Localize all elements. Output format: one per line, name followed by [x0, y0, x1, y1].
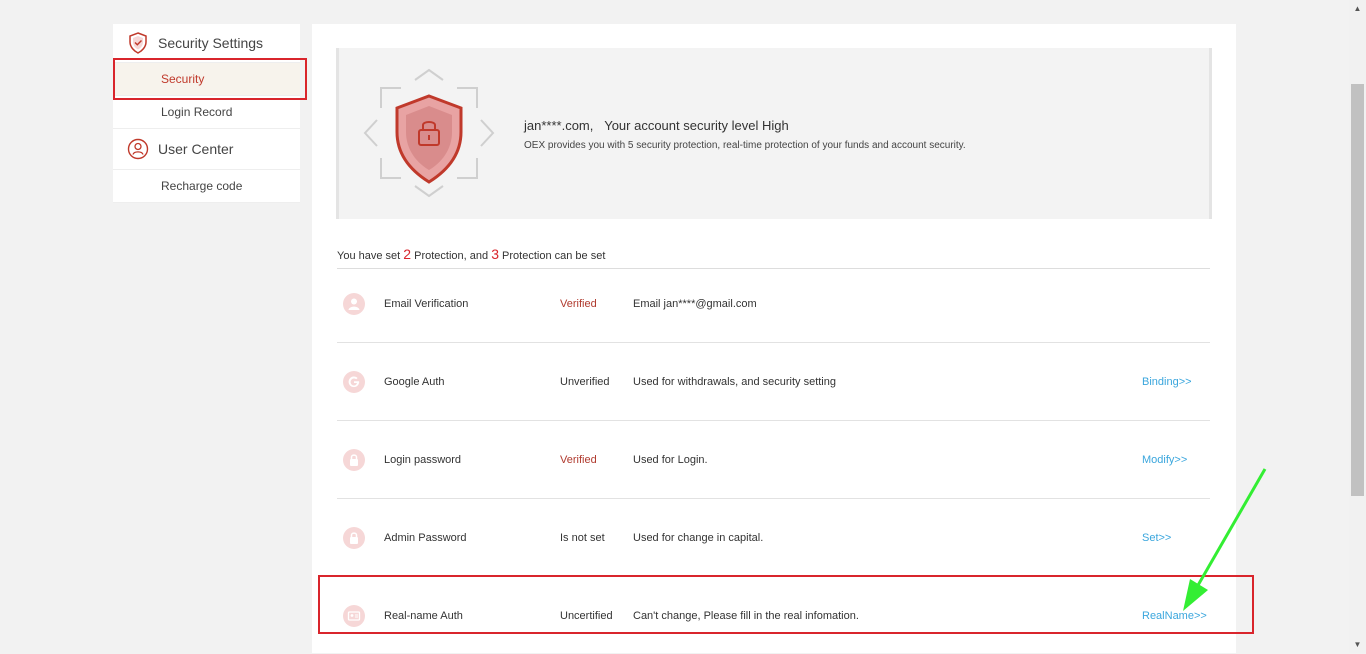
set-link[interactable]: Set>> — [1142, 532, 1171, 544]
user-icon — [127, 138, 149, 160]
row-description: Used for withdrawals, and security setti… — [633, 375, 836, 388]
id-card-icon — [343, 604, 365, 627]
security-shield-icon — [363, 68, 495, 198]
vertical-scrollbar[interactable]: ▲ ▼ — [1349, 0, 1366, 653]
lock-icon — [343, 526, 365, 549]
sidebar-item-login-record[interactable]: Login Record — [113, 96, 300, 129]
row-name: Real-name Auth — [384, 609, 463, 622]
security-banner: jan****.com, Your account security level… — [336, 48, 1212, 219]
main-panel: jan****.com, Your account security level… — [312, 24, 1236, 653]
sidebar-item-label: Security — [161, 72, 205, 86]
banner-description: OEX provides you with 5 security protect… — [524, 140, 966, 151]
security-row-email: Email Verification Verified Email jan***… — [337, 265, 1210, 343]
set-count: 2 — [403, 246, 412, 262]
scroll-thumb[interactable] — [1351, 84, 1364, 496]
google-icon — [343, 370, 365, 393]
security-level-text: jan****.com, Your account security level… — [524, 118, 789, 133]
sidebar-group-user-center[interactable]: User Center — [113, 129, 300, 170]
security-row-login-password: Login password Verified Used for Login. … — [337, 421, 1210, 499]
row-status: Verified — [560, 453, 597, 466]
summary-suffix: Protection can be set — [502, 250, 606, 262]
row-description: Can't change, Please fill in the real in… — [633, 609, 859, 622]
shield-check-icon — [127, 32, 149, 54]
security-level: Your account security level High — [604, 118, 789, 133]
security-items-list: Email Verification Verified Email jan***… — [337, 265, 1210, 654]
sidebar-item-recharge-code[interactable]: Recharge code — [113, 170, 300, 203]
sidebar-group-label: User Center — [158, 141, 234, 157]
remaining-count: 3 — [491, 246, 499, 262]
user-icon — [343, 292, 365, 315]
summary-middle: Protection, and — [414, 250, 489, 262]
row-name: Login password — [384, 453, 462, 466]
modify-link[interactable]: Modify>> — [1142, 454, 1187, 466]
security-row-google-auth: Google Auth Unverified Used for withdraw… — [337, 343, 1210, 421]
sidebar-item-label: Login Record — [161, 105, 233, 119]
account-name: jan****.com, — [524, 118, 594, 133]
realname-link[interactable]: RealName>> — [1142, 610, 1207, 622]
row-name: Google Auth — [384, 375, 445, 388]
security-row-real-name-auth: Real-name Auth Uncertified Can't change,… — [337, 577, 1210, 654]
row-description: Email jan****@gmail.com — [633, 297, 757, 310]
sidebar-item-security[interactable]: Security — [113, 63, 300, 96]
row-status: Verified — [560, 297, 597, 310]
security-row-admin-password: Admin Password Is not set Used for chang… — [337, 499, 1210, 577]
sidebar-group-label: Security Settings — [158, 35, 264, 51]
row-description: Used for change in capital. — [633, 531, 764, 544]
row-status: Unverified — [560, 375, 610, 388]
summary-prefix: You have set — [337, 250, 401, 262]
scroll-down-arrow-icon[interactable]: ▼ — [1349, 636, 1366, 653]
scroll-up-arrow-icon[interactable]: ▲ — [1349, 0, 1366, 17]
lock-icon — [343, 448, 365, 471]
row-name: Email Verification — [384, 297, 469, 310]
row-status: Is not set — [560, 531, 605, 544]
row-status: Uncertified — [560, 609, 613, 622]
sidebar-item-label: Recharge code — [161, 179, 243, 193]
binding-link[interactable]: Binding>> — [1142, 376, 1192, 388]
sidebar: Security Settings Security Login Record … — [113, 24, 300, 203]
sidebar-group-security-settings[interactable]: Security Settings — [113, 24, 300, 63]
row-description: Used for Login. — [633, 453, 708, 466]
row-name: Admin Password — [384, 531, 467, 544]
